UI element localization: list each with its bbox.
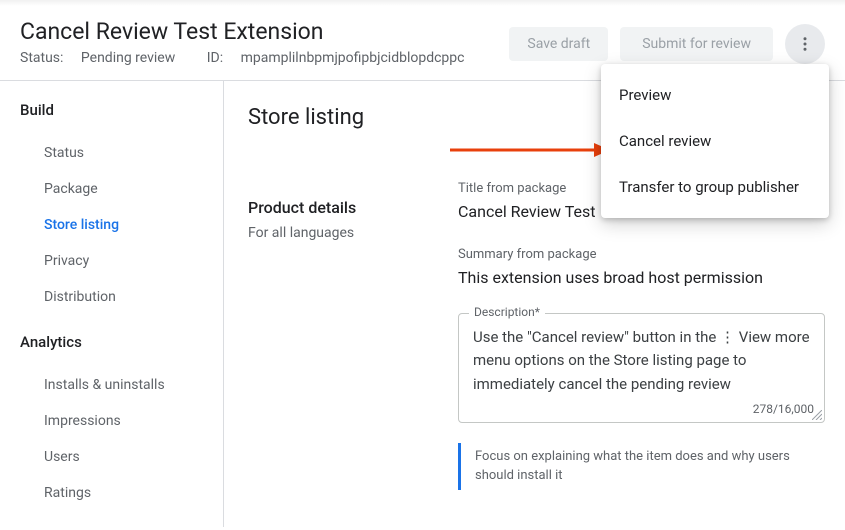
more-options-button[interactable]: [785, 24, 825, 64]
nav-section-build: Build: [20, 101, 223, 119]
submit-review-button[interactable]: Submit for review: [620, 27, 773, 61]
menu-item-preview[interactable]: Preview: [601, 72, 829, 118]
nav-section-analytics: Analytics: [20, 333, 223, 351]
section-title: Store listing: [248, 105, 418, 130]
language-note: For all languages: [248, 225, 418, 241]
description-counter: 278/16,000: [753, 402, 814, 416]
sidebar-item-distribution[interactable]: Distribution: [20, 279, 223, 315]
more-options-menu: Preview Cancel review Transfer to group …: [601, 64, 829, 218]
product-details-heading: Product details: [248, 198, 418, 217]
sidebar-item-ratings[interactable]: Ratings: [20, 475, 223, 511]
summary-from-package-label: Summary from package: [458, 247, 825, 262]
description-field[interactable]: Description* Use the "Cancel review" but…: [458, 313, 825, 423]
description-value[interactable]: Use the "Cancel review" button in the ⋮ …: [473, 326, 810, 396]
more-vert-icon: [796, 35, 814, 53]
save-draft-button[interactable]: Save draft: [509, 27, 608, 61]
menu-item-transfer[interactable]: Transfer to group publisher: [601, 164, 829, 210]
page-title: Cancel Review Test Extension: [20, 18, 509, 45]
menu-item-cancel-review[interactable]: Cancel review: [601, 118, 829, 164]
sidebar: Build Status Package Store listing Priva…: [0, 81, 224, 527]
description-hint: Focus on explaining what the item does a…: [458, 443, 825, 490]
sidebar-item-users[interactable]: Users: [20, 439, 223, 475]
sidebar-item-installs[interactable]: Installs & uninstalls: [20, 367, 223, 403]
page-subline: Status: Pending review ID: mpamplilnbpmj…: [20, 50, 509, 66]
description-label: Description*: [469, 305, 545, 319]
sidebar-item-privacy[interactable]: Privacy: [20, 243, 223, 279]
summary-from-package-value: This extension uses broad host permissio…: [458, 268, 825, 287]
sidebar-item-package[interactable]: Package: [20, 171, 223, 207]
annotation-arrow-icon: [450, 140, 610, 160]
sidebar-item-impressions[interactable]: Impressions: [20, 403, 223, 439]
sidebar-item-store-listing[interactable]: Store listing: [20, 207, 223, 243]
resize-handle-icon[interactable]: [812, 410, 822, 420]
sidebar-item-status[interactable]: Status: [20, 135, 223, 171]
